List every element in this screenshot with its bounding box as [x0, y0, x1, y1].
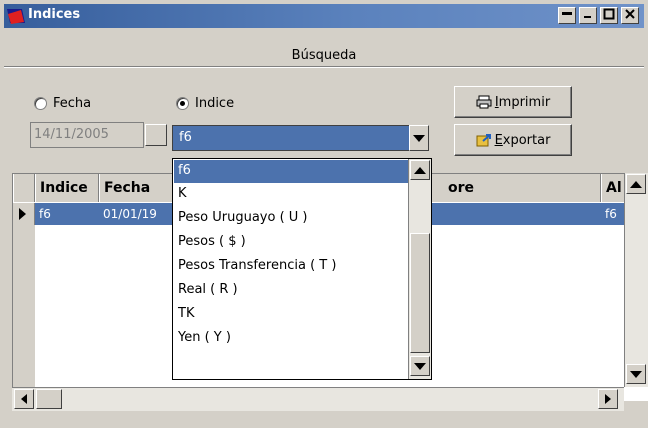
indice-combo[interactable]: f6 [172, 125, 428, 151]
chevron-down-icon [630, 370, 642, 378]
date-value: 14/11/2005 [34, 127, 109, 142]
divider [4, 67, 644, 68]
current-row-icon [19, 208, 26, 220]
date-field[interactable]: 14/11/2005 [30, 122, 167, 148]
radio-fecha[interactable]: Fecha [34, 94, 91, 112]
chevron-left-icon [21, 394, 27, 404]
cell-al: f6 [605, 207, 617, 221]
cell-indice: f6 [39, 207, 51, 221]
close-icon [625, 9, 635, 19]
chevron-down-icon [413, 134, 425, 142]
dropdown-scroll-down[interactable] [410, 356, 430, 376]
indices-window: Indices Búsqueda Fecha Indice 14/11/2005… [0, 0, 648, 428]
radio-indice-label: Indice [195, 95, 235, 111]
row-gutter [13, 225, 35, 402]
chevron-right-icon [605, 394, 611, 404]
export-button[interactable]: Exportar [454, 124, 572, 156]
app-icon [7, 9, 25, 24]
dropdown-item[interactable]: Pesos ( $ ) [174, 231, 408, 254]
grid-vertical-scrollbar[interactable] [624, 173, 648, 387]
date-picker-button[interactable] [145, 124, 167, 146]
dropdown-item[interactable]: Peso Uruguayo ( U ) [174, 207, 408, 230]
dropdown-scroll-up[interactable] [410, 160, 430, 180]
scroll-right-button[interactable] [598, 389, 618, 409]
dropdown-item[interactable]: K [174, 183, 408, 206]
export-mnemonic: E [494, 132, 503, 148]
export-icon [476, 134, 491, 147]
printer-icon [476, 95, 492, 109]
dropdown-item[interactable]: TK [174, 303, 408, 326]
dropdown-item[interactable]: f6 [174, 160, 408, 183]
scroll-up-button[interactable] [626, 174, 646, 194]
column-header-al[interactable]: Al [601, 174, 625, 202]
dash-icon [562, 12, 572, 15]
minimize-icon [584, 16, 591, 18]
radio-fecha-label: Fecha [53, 95, 92, 111]
print-label: mprimir [498, 94, 551, 110]
dropdown-scrollbar[interactable] [408, 159, 431, 379]
search-header: Búsqueda [291, 48, 357, 63]
dropdown-item[interactable]: Real ( R ) [174, 279, 408, 302]
column-header-indice[interactable]: Indice [35, 174, 99, 202]
maximize-button[interactable] [600, 7, 618, 24]
export-label: xportar [502, 132, 551, 148]
header-corner [13, 174, 35, 202]
title-bar[interactable]: Indices [4, 4, 644, 28]
dropdown-item[interactable]: Pesos Transferencia ( T ) [174, 255, 408, 278]
window-title: Indices [28, 7, 81, 22]
row-indicator [13, 203, 35, 225]
combo-dropdown-button[interactable] [409, 125, 429, 151]
minimize-button[interactable] [579, 7, 597, 24]
indice-dropdown-list[interactable]: f6 K Peso Uruguayo ( U ) Pesos ( $ ) Pes… [172, 158, 432, 380]
maximize-icon [603, 8, 615, 20]
chevron-up-icon [414, 166, 426, 174]
radio-indice-dot[interactable] [176, 96, 189, 110]
dropdown-scroll-thumb[interactable] [410, 233, 430, 353]
chevron-down-icon [414, 362, 426, 370]
cell-fecha: 01/01/19 [103, 207, 157, 221]
close-button[interactable] [621, 7, 639, 24]
radio-indice[interactable]: Indice [176, 94, 234, 112]
radio-fecha-dot[interactable] [34, 96, 47, 110]
chevron-up-icon [630, 180, 642, 188]
status-bar [0, 411, 648, 428]
combo-value: f6 [179, 130, 192, 145]
grid-horizontal-scrollbar[interactable] [12, 387, 624, 411]
dropdown-item[interactable]: Yen ( Y ) [174, 327, 408, 350]
horizontal-scroll-thumb[interactable] [36, 389, 62, 409]
scroll-down-button[interactable] [626, 364, 646, 384]
print-button[interactable]: Imprimir [454, 86, 572, 118]
help-button[interactable] [558, 7, 576, 24]
scroll-left-button[interactable] [14, 389, 34, 409]
